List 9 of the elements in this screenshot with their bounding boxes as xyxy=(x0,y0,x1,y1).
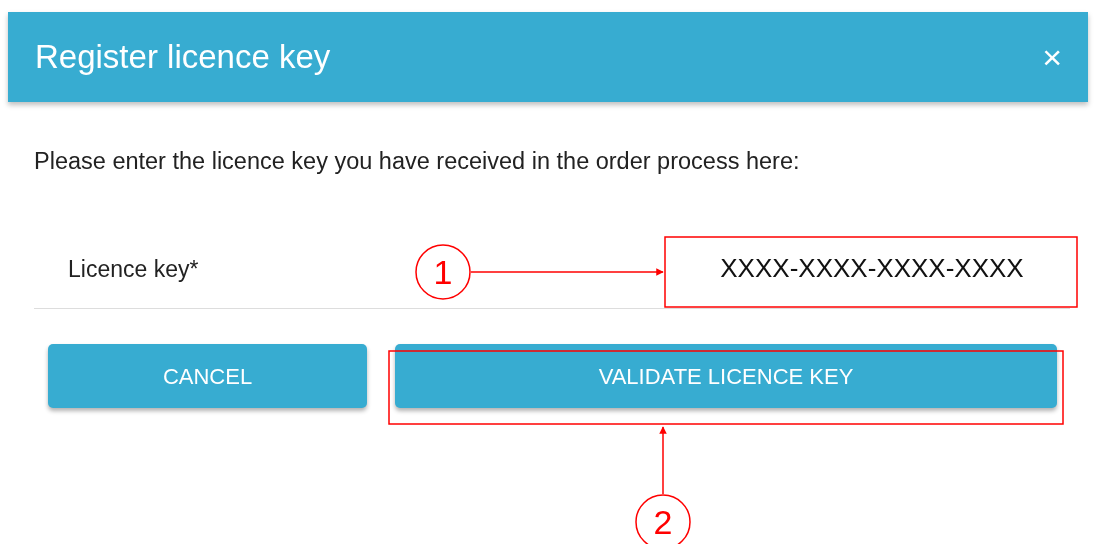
instruction-text: Please enter the licence key you have received in the order process here: xyxy=(34,147,801,176)
callout-arrow xyxy=(659,426,667,495)
validate-button[interactable]: VALIDATE LICENCE KEY xyxy=(395,344,1057,409)
cancel-button[interactable]: CANCEL xyxy=(48,344,367,409)
field-label: Licence key* xyxy=(68,254,199,284)
close-button[interactable]: × xyxy=(1042,40,1062,74)
callout-number: 1 xyxy=(415,244,471,300)
dialog-title: Register licence key xyxy=(35,37,331,78)
callout-number: 2 xyxy=(635,494,691,544)
